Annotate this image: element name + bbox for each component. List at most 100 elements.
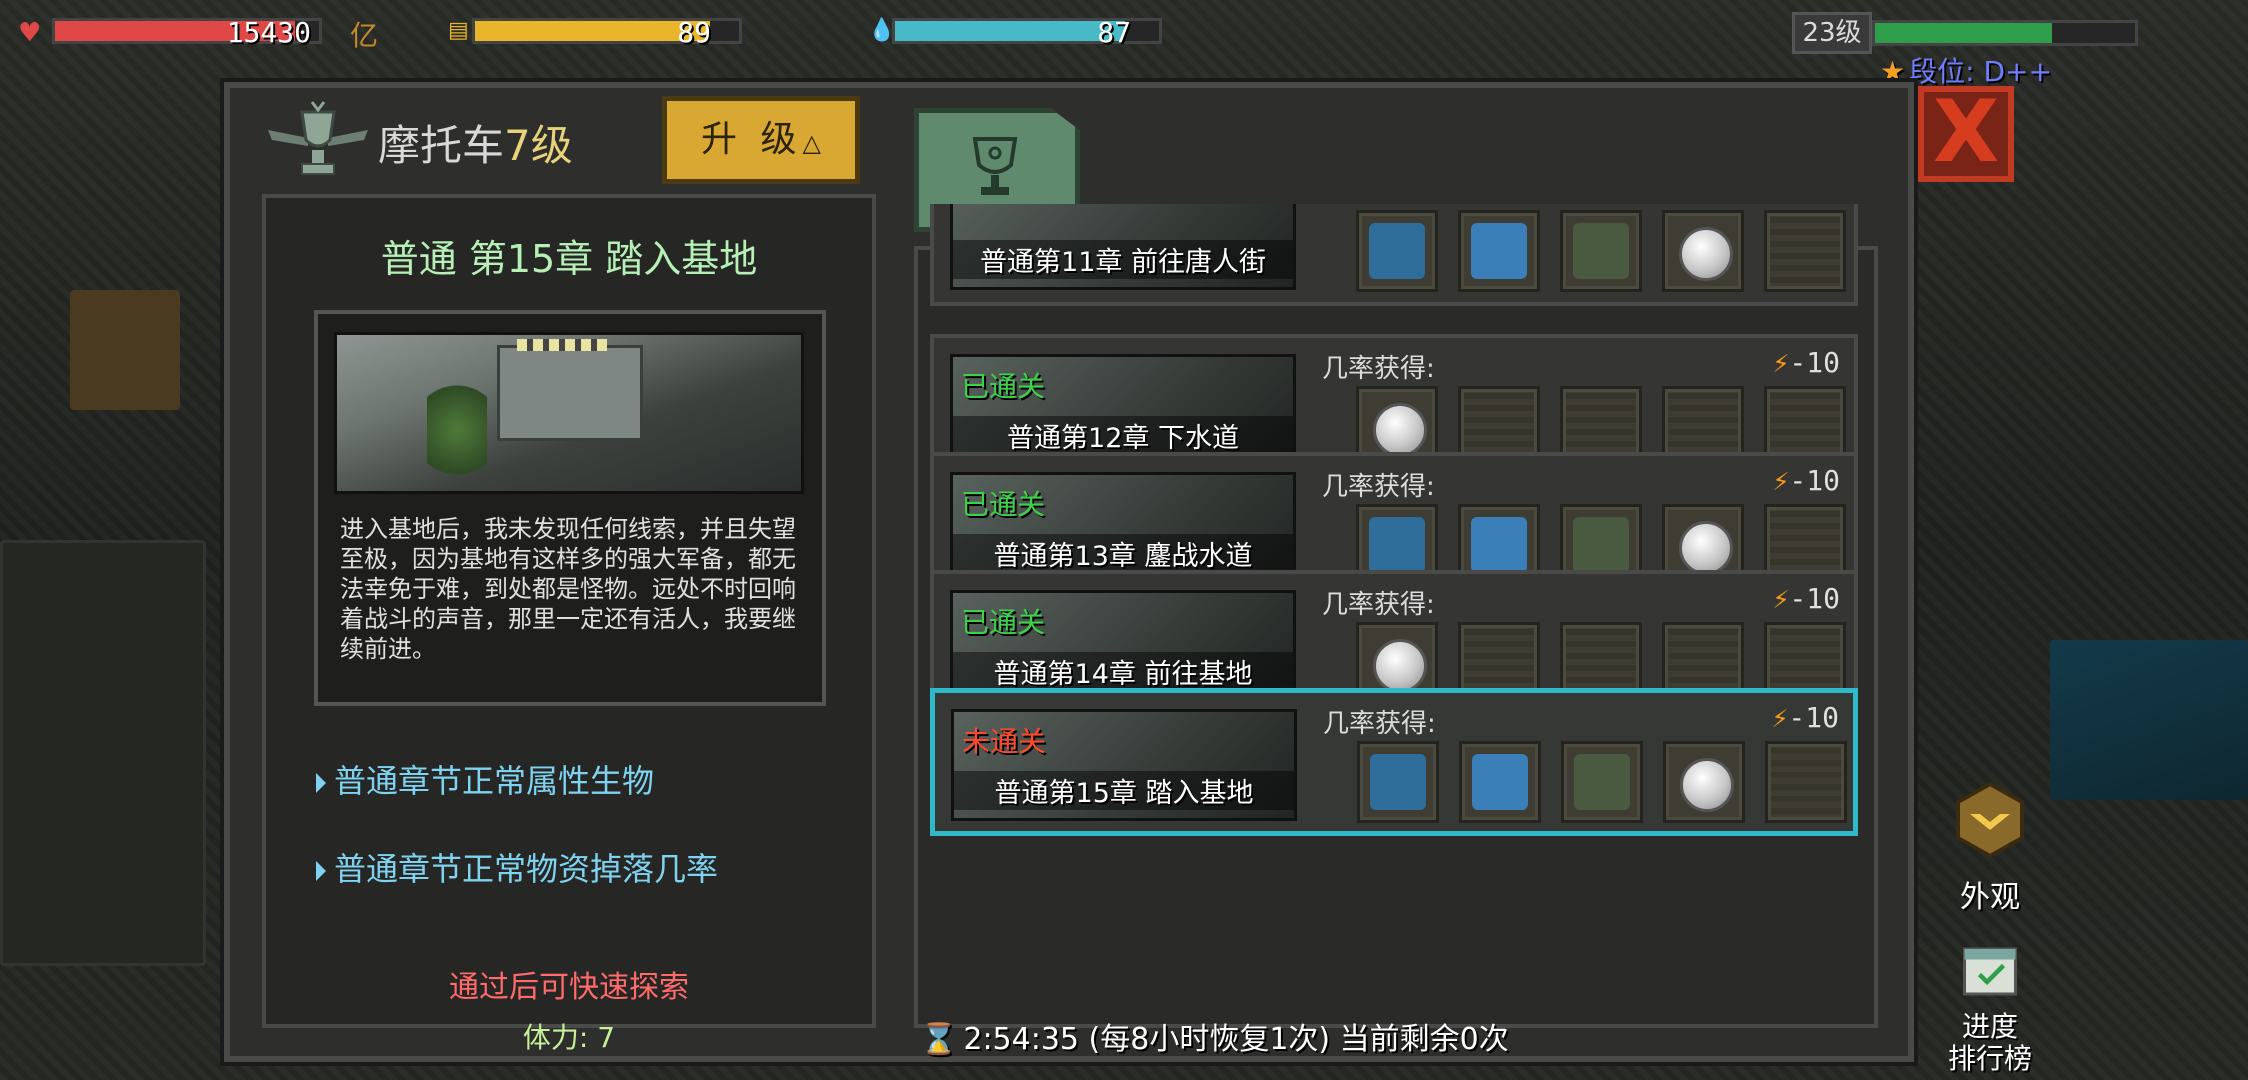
chapter-name: 普通第13章 鏖战水道 xyxy=(953,534,1293,573)
food-icon: ▤ xyxy=(448,18,469,43)
food-value: 89 xyxy=(677,16,711,49)
stamina-cost: ⚡-10 xyxy=(1773,464,1840,497)
stamina-cost: ⚡-10 xyxy=(1772,701,1839,734)
stamina-label: 体力: 7 xyxy=(522,1021,616,1054)
ammo-crate-icon xyxy=(1369,517,1425,573)
bullets-icon xyxy=(1574,754,1630,810)
winged-trophy-icon xyxy=(268,101,368,175)
link-normal-creatures[interactable]: 普通章节正常属性生物 xyxy=(316,756,654,802)
chapter-status: 已通关 xyxy=(961,488,1046,521)
chapter-status: 未通关 xyxy=(962,725,1047,758)
lightning-icon: ⚡ xyxy=(1772,582,1790,615)
chapter-status: 已通关 xyxy=(961,370,1046,403)
ammo-crate-icon xyxy=(1370,754,1426,810)
chapter-name: 普通第15章 踏入基地 xyxy=(954,771,1294,810)
link-normal-drops[interactable]: 普通章节正常物资掉落几率 xyxy=(316,844,718,890)
empty-slot[interactable] xyxy=(1764,210,1846,292)
bullets-icon xyxy=(1573,223,1629,279)
gun-case-icon xyxy=(1471,517,1527,573)
reward-slot[interactable] xyxy=(1458,210,1540,292)
stamina-cost-value: -10 xyxy=(1789,582,1840,615)
quick-explore-note: 通过后可快速探索 xyxy=(449,970,689,1005)
reward-slot[interactable] xyxy=(1459,741,1541,823)
coin-icon xyxy=(1373,403,1427,457)
drop-chance-label: 几率获得: xyxy=(1322,354,1435,384)
timer-text: 2:54:35 (每8小时恢复1次) 当前剩余0次 xyxy=(963,1022,1509,1057)
stamina-cost: ⚡-10 xyxy=(1773,346,1840,379)
coin-icon xyxy=(1373,639,1427,693)
chapter-thumbnail: 已通关普通第13章 鏖战水道 xyxy=(950,472,1296,584)
triangle-right-icon xyxy=(316,773,326,793)
scene-building xyxy=(497,345,643,441)
gun-case-icon xyxy=(1471,223,1527,279)
lightning-icon: ⚡ xyxy=(1771,701,1789,734)
chapter-description: 进入基地后，我未发现任何线索，并且失望至极，因为基地有这样多的强大军备，都无法幸… xyxy=(340,515,796,663)
vehicle-title: 摩托车7级 xyxy=(378,112,573,173)
drop-chance-label: 几率获得: xyxy=(1322,472,1435,502)
chevron-up-icon: △ xyxy=(802,129,821,157)
coin-icon xyxy=(1679,227,1733,281)
link-creatures-label: 普通章节正常属性生物 xyxy=(334,762,655,800)
chapter-row[interactable]: 未通关 普通第15章 踏入基地 几率获得: ⚡-10 xyxy=(930,688,1858,836)
bullets-icon xyxy=(1573,517,1629,573)
drop-chance-label: 几率获得: xyxy=(1322,590,1435,620)
stamina-cost-value: -10 xyxy=(1788,701,1839,734)
coin-icon xyxy=(1680,758,1734,812)
gun-case-icon xyxy=(1472,754,1528,810)
drop-chance-label: 几率获得: xyxy=(1323,709,1436,739)
reward-slot[interactable] xyxy=(1663,741,1745,823)
chapter-thumbnail: 已通关普通第14章 前往基地 xyxy=(950,590,1296,702)
vehicle-name: 摩托车 xyxy=(378,121,505,170)
exp-bar-fill xyxy=(1875,23,2052,43)
background-record-player xyxy=(70,290,180,410)
chapter-thumbnail: 未通关普通第15章 踏入基地 xyxy=(951,709,1297,821)
chapter-detail-title: 普通 第15章 踏入基地 xyxy=(380,237,758,281)
health-value: 15430 xyxy=(226,16,311,49)
chapter-thumbnail: 已通关普通第12章 下水道 xyxy=(950,354,1296,466)
chapter-name: 普通第11章 前往唐人街 xyxy=(953,240,1293,279)
chapter-scene-image xyxy=(334,332,804,494)
water-bar: 87 xyxy=(892,16,1162,49)
stamina-cost-value: -10 xyxy=(1789,346,1840,379)
currency-tag: 亿 xyxy=(350,19,379,52)
scene-lights xyxy=(517,339,607,351)
leaderboard-button[interactable]: 进度 排行榜 xyxy=(1940,940,2040,1075)
heart-icon: ♥ xyxy=(18,18,42,48)
reward-slot[interactable] xyxy=(1662,210,1744,292)
chapter-status: 已通关 xyxy=(961,606,1046,639)
upgrade-label: 升 级 xyxy=(701,119,803,160)
water-bar-fill xyxy=(895,21,1125,41)
reward-slot[interactable] xyxy=(1356,210,1438,292)
exp-bar xyxy=(1872,20,2138,46)
player-level: 23级 xyxy=(1792,12,1872,54)
appearance-emblem-icon xyxy=(1956,781,2024,859)
water-value: 87 xyxy=(1097,16,1131,49)
leaderboard-label: 进度 排行榜 xyxy=(1947,1010,2032,1075)
food-bar: 89 xyxy=(472,16,742,49)
lightning-icon: ⚡ xyxy=(1772,464,1790,497)
food-bar-fill xyxy=(475,21,710,41)
reward-slot[interactable] xyxy=(1561,741,1643,823)
vehicle-level: 7级 xyxy=(504,121,573,170)
empty-slot[interactable] xyxy=(1765,741,1847,823)
lightning-icon: ⚡ xyxy=(1772,346,1790,379)
link-drops-label: 普通章节正常物资掉落几率 xyxy=(334,850,719,888)
health-bar: 15430 xyxy=(52,16,322,49)
background-shelf xyxy=(0,540,206,966)
reward-slot[interactable] xyxy=(1357,741,1439,823)
trophy-cup-icon xyxy=(972,137,1018,195)
scene-tree xyxy=(427,375,487,485)
background-neon-sign xyxy=(2050,640,2248,800)
upgrade-button[interactable]: 升 级△ xyxy=(662,96,860,184)
chapter-name: 普通第12章 下水道 xyxy=(953,416,1293,455)
reward-slot[interactable] xyxy=(1560,210,1642,292)
chapter-name: 普通第14章 前往基地 xyxy=(953,652,1293,691)
ammo-crate-icon xyxy=(1369,223,1425,279)
coin-icon xyxy=(1679,521,1733,575)
stamina-cost: ⚡-10 xyxy=(1773,582,1840,615)
appearance-label: 外观 xyxy=(1960,880,2020,915)
close-button[interactable]: X xyxy=(1918,86,2014,182)
stamina-timer: ⌛ 2:54:35 (每8小时恢复1次) 当前剩余0次 xyxy=(920,1014,1509,1058)
close-icon: X xyxy=(1932,82,2000,182)
appearance-button[interactable]: 外观 xyxy=(1940,780,2040,916)
